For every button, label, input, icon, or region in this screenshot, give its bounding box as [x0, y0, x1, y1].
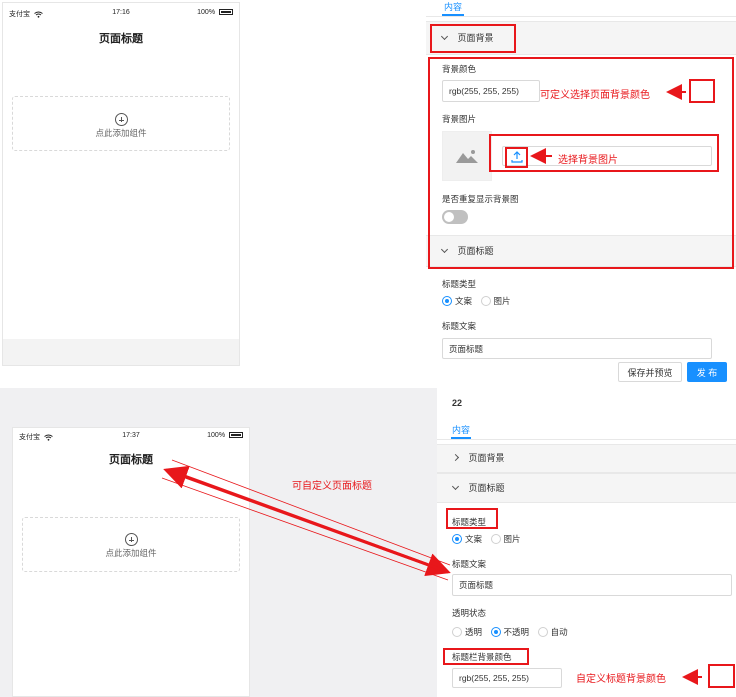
- titlebar-color-input[interactable]: rgb(255, 255, 255): [452, 668, 562, 688]
- plus-circle-icon: [114, 113, 128, 126]
- add-component-area[interactable]: 点此添加组件: [12, 96, 230, 151]
- title-type-radio-group: 文案 图片: [442, 295, 517, 307]
- annotation-box-titlebar-color: [443, 648, 529, 665]
- radio-image[interactable]: [490, 534, 501, 544]
- annotation-box-title-type: [446, 508, 498, 529]
- phone-preview-top: 支付宝 17:16 100% 页面标题 点此添加组件: [2, 2, 240, 366]
- section-header-background[interactable]: 页面背景: [437, 444, 736, 473]
- radio-text[interactable]: [452, 534, 462, 544]
- save-preview-button[interactable]: 保存并预览: [618, 362, 682, 382]
- chevron-down-icon: [451, 482, 460, 491]
- upload-icon: [511, 151, 523, 163]
- battery-percent: 100%: [197, 9, 216, 16]
- annotation-box-titlebar-swatch: [708, 664, 735, 688]
- annotation-text-image: 选择背景图片: [558, 155, 618, 166]
- annotation-box-color-swatch: [689, 79, 715, 103]
- status-bar: 支付宝 17:16 100%: [9, 9, 233, 21]
- publish-button[interactable]: 发 布: [687, 362, 727, 382]
- radio-text[interactable]: [442, 296, 452, 306]
- status-bar: 支付宝 17:37 100%: [19, 432, 243, 444]
- transparency-radio-group: 透明 不透明 自动: [452, 626, 574, 638]
- title-text-label: 标题文案: [442, 321, 477, 331]
- add-component-label: 点此添加组件: [95, 128, 147, 138]
- annotation-box-bg-section: [430, 24, 516, 53]
- section-title-title: 页面标题: [468, 483, 505, 493]
- page-title: 页面标题: [109, 454, 153, 466]
- annotation-text-custom-color: 自定义标题背景颜色: [576, 674, 666, 685]
- panel-number: 22: [452, 398, 463, 408]
- phone-preview-bottom: 支付宝 17:37 100% 页面标题 点此添加组件: [12, 427, 250, 697]
- radio-image[interactable]: [480, 296, 491, 306]
- battery-percent: 100%: [207, 432, 226, 439]
- tab-content[interactable]: 内容: [444, 0, 462, 13]
- chevron-right-icon: [451, 453, 460, 462]
- add-component-area[interactable]: 点此添加组件: [22, 517, 240, 572]
- phone-bottom-strip: [3, 339, 239, 365]
- plus-circle-icon: [124, 533, 138, 546]
- transparency-label: 透明状态: [452, 608, 487, 618]
- annotation-text-custom-title: 可自定义页面标题: [292, 481, 372, 492]
- title-type-radio-group: 文案 图片: [452, 533, 527, 545]
- radio-opaque[interactable]: [490, 627, 501, 637]
- battery-icon: [219, 9, 233, 16]
- title-type-label: 标题类型: [442, 279, 477, 289]
- section-header-title[interactable]: 页面标题: [437, 473, 736, 503]
- radio-transparent[interactable]: [452, 627, 462, 637]
- tab-content[interactable]: 内容: [452, 423, 470, 436]
- section-title-background: 页面背景: [468, 453, 505, 463]
- page-title: 页面标题: [99, 33, 143, 45]
- title-text-input[interactable]: 页面标题: [442, 338, 712, 359]
- title-text-input[interactable]: 页面标题: [452, 574, 732, 596]
- title-text-label: 标题文案: [452, 559, 487, 569]
- battery-icon: [229, 432, 243, 439]
- annotation-text-color: 可定义选择页面背景颜色: [540, 90, 650, 101]
- add-component-label: 点此添加组件: [105, 548, 157, 558]
- radio-auto[interactable]: [537, 627, 548, 637]
